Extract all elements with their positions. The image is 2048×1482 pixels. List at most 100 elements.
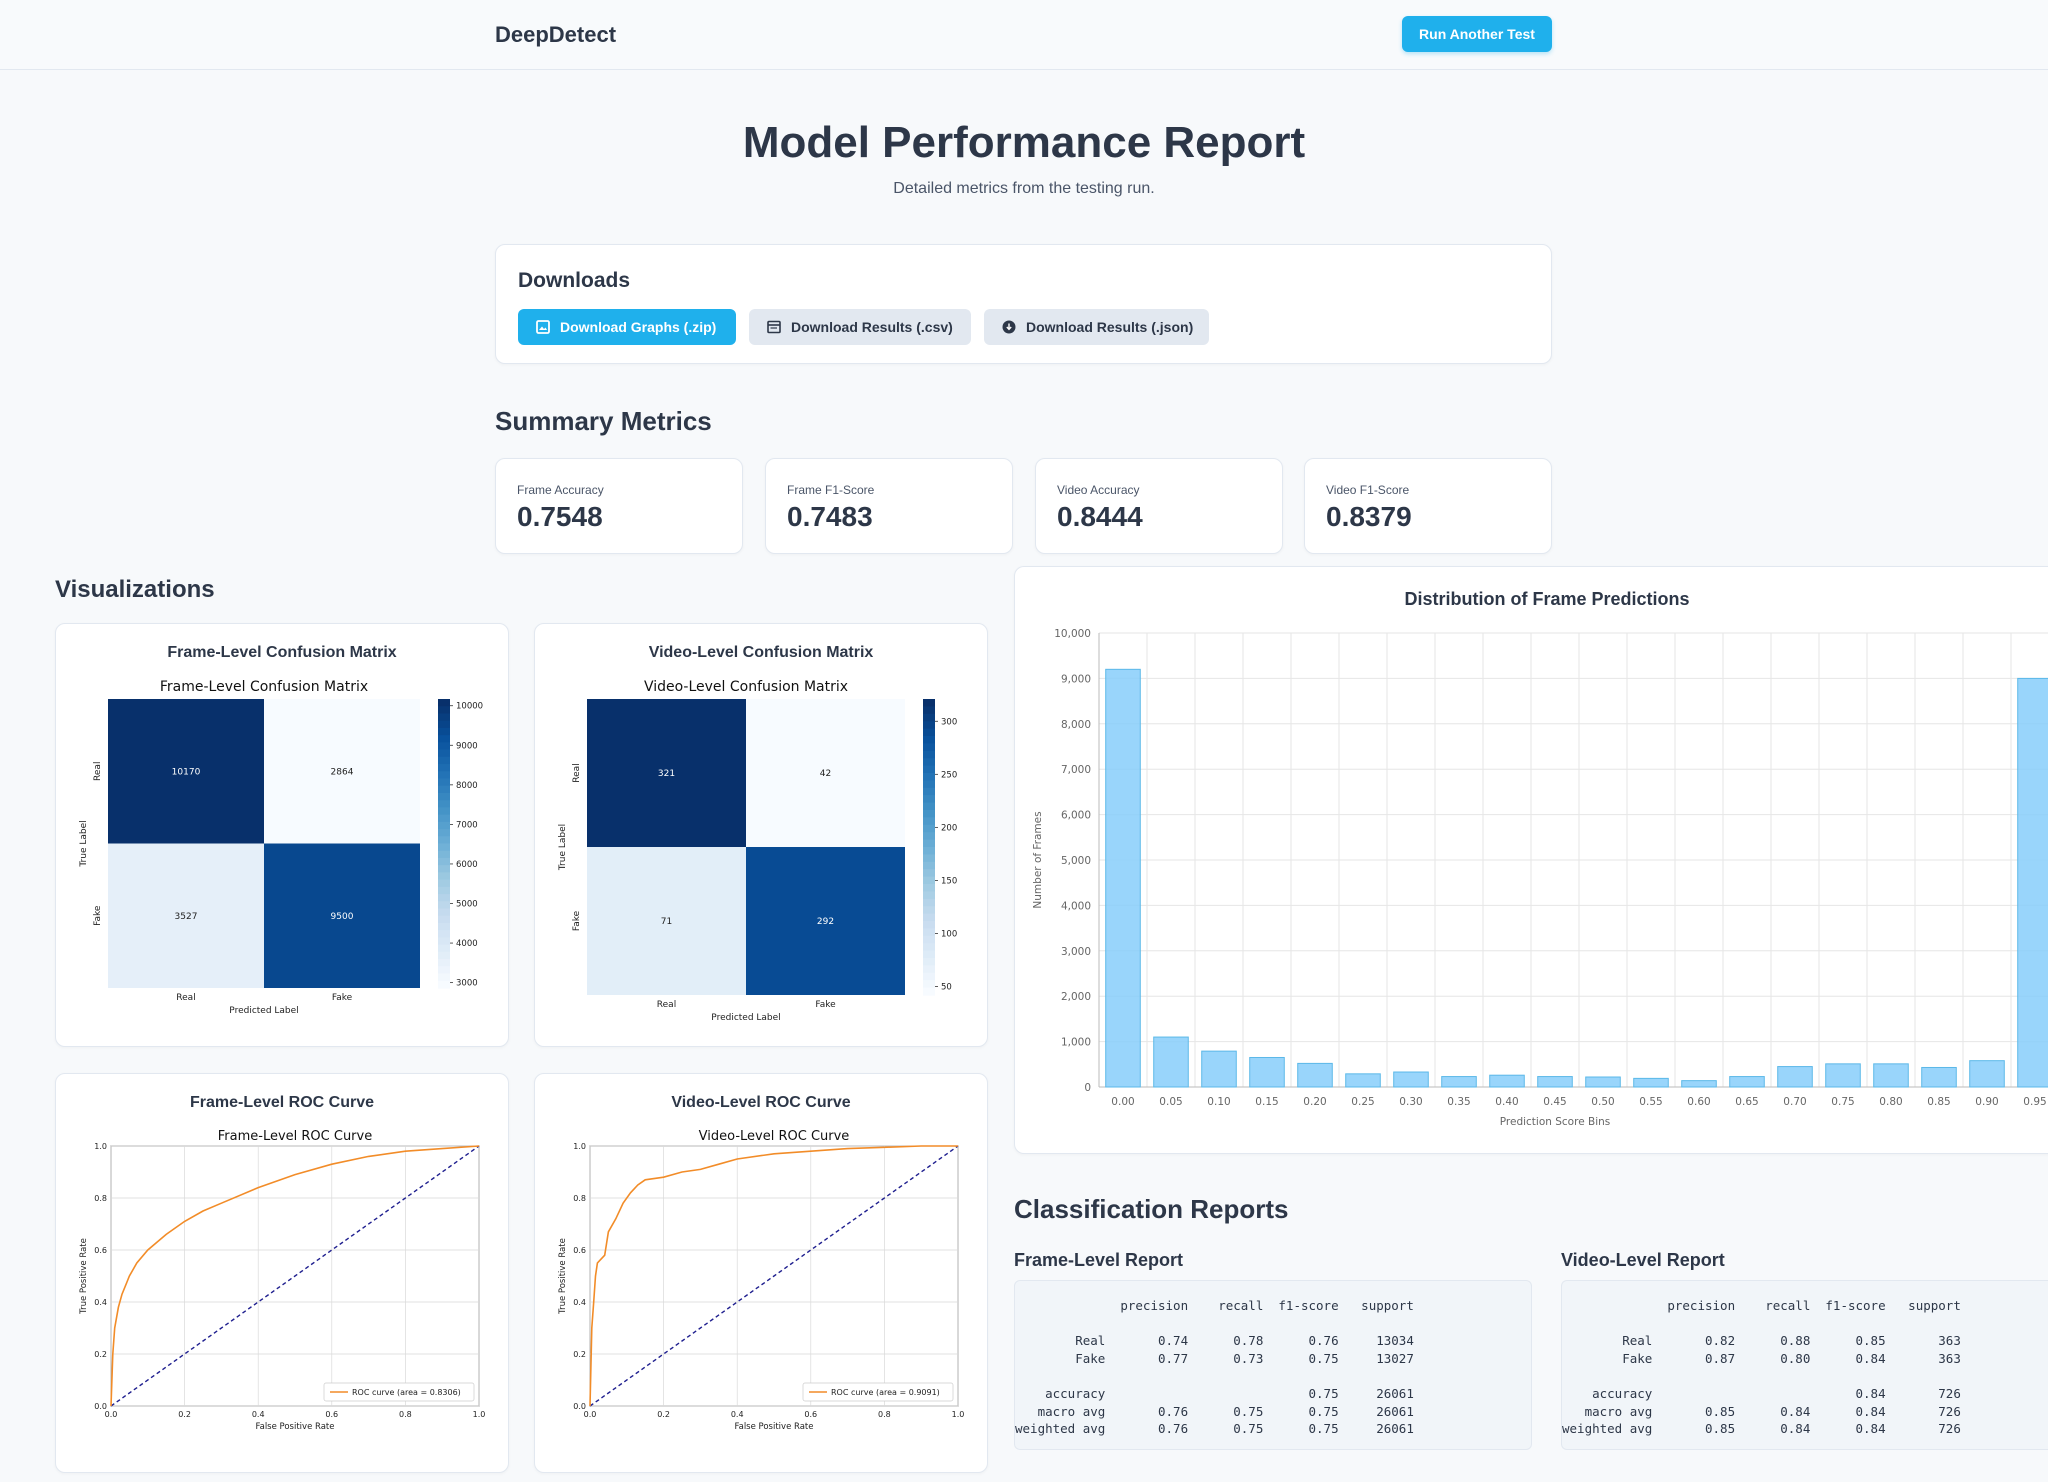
y-tick-label: 5,000 — [1061, 855, 1091, 867]
colorbar-segment — [923, 958, 935, 966]
x-tick-label: 0.65 — [1735, 1096, 1758, 1108]
card-title: Distribution of Frame Predictions — [1404, 589, 1690, 609]
summary-metrics-heading: Summary Metrics — [495, 406, 712, 436]
x-tick-label: Real — [657, 1000, 676, 1010]
colorbar-segment — [923, 810, 935, 818]
cell-value-label: 9500 — [331, 912, 354, 922]
colorbar-segment — [438, 814, 450, 823]
colorbar-segment — [438, 915, 450, 924]
colorbar-segment — [923, 950, 935, 959]
y-tick-label: 0.0 — [573, 1402, 586, 1411]
x-axis-label: Predicted Label — [711, 1013, 780, 1023]
y-tick-label: 7,000 — [1061, 764, 1091, 776]
y-tick-label: 10,000 — [1054, 628, 1091, 640]
colorbar-segment — [923, 884, 935, 892]
y-tick-label: 6,000 — [1061, 810, 1091, 822]
histogram-bar — [1969, 1060, 2005, 1088]
visualizations-heading: Visualizations — [55, 576, 215, 603]
y-tick-label: 1,000 — [1061, 1037, 1091, 1049]
frame-roc-chart: Frame-Level ROC Curve 0.00.0 0.2 0.2 0.4 0.4 0… — [79, 1129, 485, 1432]
colorbar-segment — [923, 921, 935, 929]
colorbar-segment — [923, 765, 935, 774]
download-csv-button[interactable]: Download Results (.csv) — [749, 309, 971, 345]
video-report-title: Video-Level Report — [1561, 1250, 1725, 1270]
colorbar-segment — [438, 771, 450, 780]
histogram-bar — [1873, 1063, 1909, 1088]
histogram-bar — [1249, 1056, 1285, 1088]
colorbar-segment — [438, 930, 450, 939]
download-graphs-button[interactable]: Download Graphs (.zip) — [518, 309, 736, 345]
run-another-test-button[interactable]: Run Another Test — [1402, 16, 1552, 52]
y-tick-label: 2,000 — [1061, 991, 1091, 1003]
histogram-bar — [1153, 1036, 1189, 1088]
colorbar-segment — [438, 944, 450, 953]
frame-prediction-distribution-card: Distribution of Frame Predictions 0 1,000… — [1014, 566, 2048, 1154]
y-tick-label: Real — [93, 762, 103, 781]
colorbar-segment — [923, 906, 935, 915]
x-tick-label: 0.0 — [584, 1410, 597, 1419]
colorbar-segment — [438, 785, 450, 794]
histogram-bar — [1825, 1063, 1861, 1088]
colorbar-segment — [438, 756, 450, 765]
colorbar-tick-label: 8000 — [456, 781, 478, 791]
colorbar-segment — [923, 854, 935, 863]
colorbar-segment — [438, 727, 450, 736]
colorbar-segment — [438, 966, 450, 975]
colorbar-tick-label: 150 — [941, 876, 957, 886]
colorbar-segment — [923, 817, 935, 826]
download-json-button[interactable]: Download Results (.json) — [984, 309, 1209, 345]
x-axis-label: Prediction Score Bins — [1500, 1116, 1611, 1128]
colorbar-segment — [923, 913, 935, 922]
colorbar-segment — [438, 872, 450, 881]
histogram-bar — [1585, 1076, 1621, 1088]
colorbar-segment — [438, 821, 450, 830]
metric-value: 0.7548 — [517, 501, 603, 532]
y-axis-label: True Label — [558, 824, 568, 871]
video-roc-chart: Video-Level ROC Curve 0.00.0 0.2 0.2 0.4 0.4 0… — [558, 1129, 964, 1432]
histogram-bar — [1441, 1076, 1477, 1088]
colorbar-segment — [923, 787, 935, 796]
colorbar-segment — [923, 728, 935, 737]
colorbar-segment — [923, 832, 935, 841]
colorbar-segment — [923, 758, 935, 767]
y-axis-label: True Positive Rate — [558, 1238, 568, 1315]
colorbar-segment — [438, 937, 450, 946]
colorbar-tick-label: 5000 — [456, 900, 478, 910]
x-axis-label: False Positive Rate — [735, 1422, 814, 1432]
x-axis-label: Predicted Label — [229, 1006, 298, 1016]
colorbar-tick-label: 200 — [941, 823, 957, 833]
colorbar-segment — [438, 836, 450, 845]
y-tick-label: 0.6 — [94, 1246, 107, 1255]
colorbar-segment — [923, 847, 935, 855]
downloads-card: Downloads Download Graphs (.zip) Downloa… — [495, 244, 1552, 364]
metric-card-video-accuracy: Video Accuracy 0.8444 — [1035, 458, 1283, 554]
colorbar-tick-label: 100 — [941, 929, 957, 939]
plot-title: Frame-Level ROC Curve — [218, 1129, 372, 1144]
colorbar-segment — [438, 865, 450, 873]
colorbar-segment — [923, 839, 935, 848]
x-tick-label: 0.15 — [1255, 1096, 1278, 1108]
video-report-text: precision recall f1-score support Real 0… — [1562, 1298, 1961, 1437]
histogram-bar — [1633, 1077, 1669, 1088]
x-tick-label: Real — [176, 993, 195, 1003]
histogram-bar — [1393, 1071, 1429, 1088]
metric-card-frame-f1: Frame F1-Score 0.7483 — [765, 458, 1013, 554]
colorbar-segment — [438, 764, 450, 772]
y-tick-label: 8,000 — [1061, 719, 1091, 731]
colorbar-segment — [438, 922, 450, 931]
legend-label: ROC curve (area = 0.8306) — [352, 1388, 461, 1397]
colorbar-segment — [438, 749, 450, 758]
colorbar-segment — [923, 780, 935, 789]
colorbar-segment — [923, 699, 935, 707]
x-axis-label: False Positive Rate — [256, 1422, 335, 1432]
x-tick-label: 0.8 — [878, 1410, 891, 1419]
colorbar-segment — [438, 951, 450, 960]
y-tick-label: 0.2 — [573, 1350, 586, 1359]
cell-value-label: 3527 — [175, 912, 198, 922]
colorbar-segment — [438, 778, 450, 787]
metric-label: Frame F1-Score — [787, 483, 875, 497]
brand-logo[interactable]: DeepDetect — [495, 22, 616, 48]
frame-roc-card: Frame-Level ROC Curve Frame-Level ROC Cu… — [55, 1073, 509, 1473]
x-tick-label: Fake — [332, 993, 353, 1003]
colorbar-segment — [923, 869, 935, 878]
